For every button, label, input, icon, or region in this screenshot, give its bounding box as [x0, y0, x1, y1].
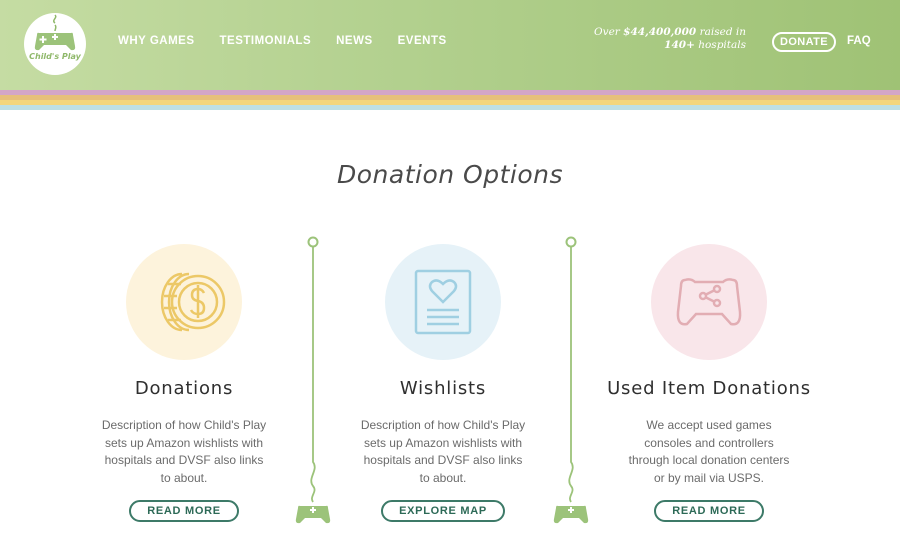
donate-button[interactable]: DONATE — [772, 32, 836, 52]
wishlist-heart-icon — [414, 269, 472, 335]
site-header: Child's Play WHY GAMES TESTIMONIALS NEWS… — [0, 0, 900, 90]
option-wishlists: Wishlists Description of how Child's Pla… — [333, 244, 553, 522]
page-title: Donation Options — [336, 160, 563, 189]
hospitals-label: hospitals — [698, 39, 746, 51]
nav-events[interactable]: EVENTS — [398, 35, 447, 47]
main-nav: WHY GAMES TESTIMONIALS NEWS EVENTS — [118, 35, 447, 47]
option-title: Used Item Donations — [607, 378, 811, 399]
option-icon-circle — [126, 244, 242, 360]
cord-divider-icon — [553, 236, 589, 524]
option-description: We accept used games consoles and contro… — [628, 418, 790, 485]
raised-prefix: Over — [594, 26, 620, 38]
coins-icon — [160, 272, 226, 332]
option-donations: Donations Description of how Child's Pla… — [74, 244, 294, 522]
cord-divider-icon — [295, 236, 331, 524]
stripe — [0, 105, 900, 110]
option-title: Donations — [134, 378, 234, 399]
nav-news[interactable]: NEWS — [336, 35, 373, 47]
raised-suffix: raised in — [699, 26, 746, 38]
nav-why-games[interactable]: WHY GAMES — [118, 35, 195, 47]
option-title: Wishlists — [399, 378, 487, 399]
gamepad-share-icon — [676, 278, 742, 326]
raised-amount: $44,400,000 — [623, 26, 697, 38]
option-description: Description of how Child's Play sets up … — [360, 418, 526, 485]
logo-text: Child's Play — [29, 52, 81, 61]
childs-play-logo[interactable]: Child's Play — [24, 13, 86, 75]
nav-testimonials[interactable]: TESTIMONIALS — [220, 35, 312, 47]
option-description: Description of how Child's Play sets up … — [101, 418, 267, 485]
explore-map-button[interactable]: EXPLORE MAP — [381, 500, 505, 522]
faq-link[interactable]: FAQ — [847, 35, 871, 47]
option-icon-circle — [385, 244, 501, 360]
raised-total: Over $44,400,000 raised in 140+ hospital… — [594, 26, 746, 52]
option-used-items: Used Item Donations We accept used games… — [599, 244, 819, 522]
read-more-button[interactable]: READ MORE — [129, 500, 239, 522]
hospitals-count: 140+ — [664, 39, 695, 51]
read-more-button[interactable]: READ MORE — [654, 500, 764, 522]
rainbow-stripes — [0, 90, 900, 110]
option-icon-circle — [651, 244, 767, 360]
gamepad-logo-icon — [34, 14, 76, 51]
